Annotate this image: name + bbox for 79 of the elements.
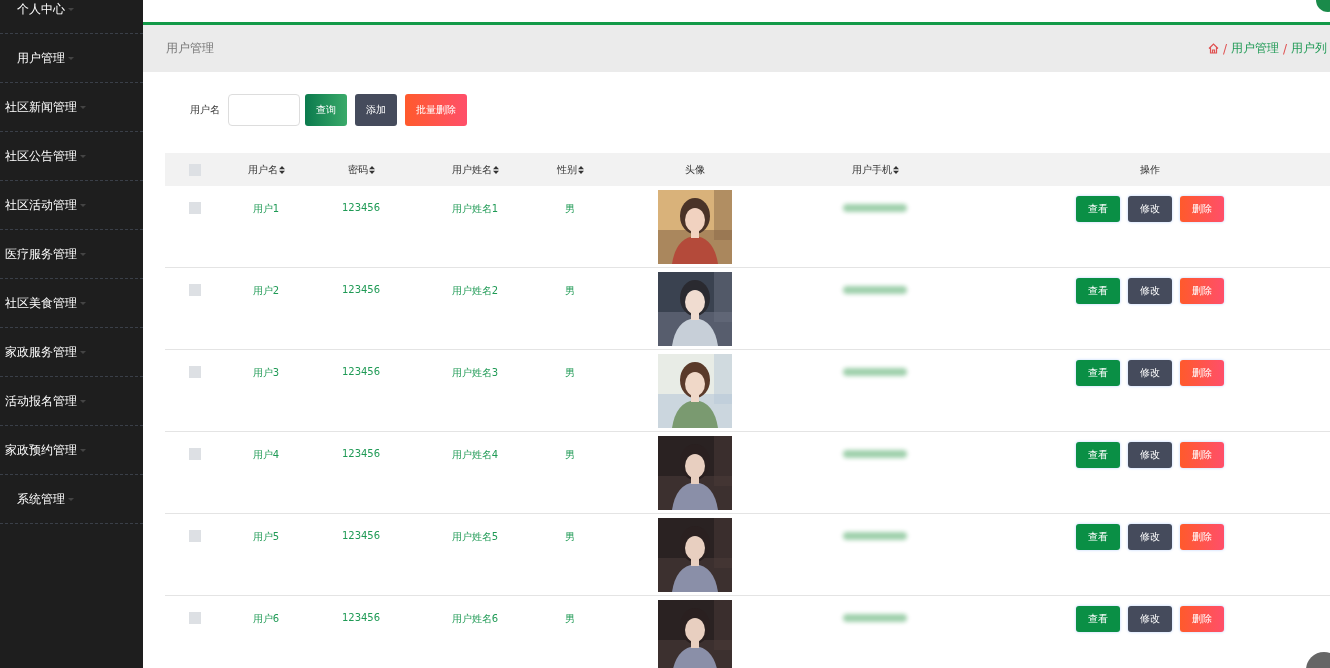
sidebar-item[interactable]: 医疗服务管理 <box>0 230 90 278</box>
checkbox[interactable] <box>189 448 201 460</box>
table-cell: 123456 <box>341 284 381 295</box>
sidebar-item[interactable]: 家政预约管理 <box>0 426 90 474</box>
checkbox[interactable] <box>189 284 201 296</box>
table-cell: 用户6 <box>252 612 280 626</box>
checkbox[interactable] <box>189 366 201 378</box>
sort-icon[interactable] <box>278 165 285 174</box>
column-header: 操作 <box>1140 162 1160 177</box>
column-header: 头像 <box>685 162 705 177</box>
edit-button[interactable]: 修改 <box>1128 360 1172 386</box>
separator: / <box>1282 41 1287 56</box>
sort-icon[interactable] <box>492 165 499 174</box>
add-button[interactable]: 添加 <box>355 94 397 126</box>
column-header[interactable]: 用户名 <box>247 162 278 177</box>
column-header[interactable]: 密码 <box>347 162 368 177</box>
table-cell: 男 <box>565 366 575 380</box>
checkbox[interactable] <box>189 612 201 624</box>
edit-button[interactable]: 修改 <box>1128 442 1172 468</box>
view-button[interactable]: 查看 <box>1076 360 1120 386</box>
table-cell: 男 <box>565 448 575 462</box>
field-label: 用户名 <box>190 103 220 117</box>
table-cell: 用户姓名5 <box>451 530 499 544</box>
table-cell: 用户4 <box>252 448 280 462</box>
sort-icon[interactable] <box>577 165 584 174</box>
table-cell: 123456 <box>341 612 381 623</box>
column-header[interactable]: 用户姓名 <box>451 162 492 177</box>
table-cell: 用户姓名1 <box>451 202 499 216</box>
blurred-phone <box>843 614 907 622</box>
checkbox[interactable] <box>189 202 201 214</box>
page-title: 用户管理 <box>166 40 214 57</box>
view-button[interactable]: 查看 <box>1076 278 1120 304</box>
table-cell: 用户3 <box>252 366 280 380</box>
blurred-phone <box>843 532 907 540</box>
table-cell: 用户姓名4 <box>451 448 499 462</box>
edit-button[interactable]: 修改 <box>1128 606 1172 632</box>
edit-button[interactable]: 修改 <box>1128 524 1172 550</box>
table-cell: 男 <box>565 530 575 544</box>
blurred-phone <box>843 286 907 294</box>
table-cell: 123456 <box>341 366 381 377</box>
blurred-phone <box>843 450 907 458</box>
sort-icon[interactable] <box>368 165 375 174</box>
view-button[interactable]: 查看 <box>1076 442 1120 468</box>
sidebar-item[interactable]: 系统管理 <box>0 475 90 523</box>
edit-button[interactable]: 修改 <box>1128 196 1172 222</box>
sidebar-item[interactable]: 家政服务管理 <box>0 328 90 376</box>
query-button[interactable]: 查询 <box>305 94 347 126</box>
table-cell: 123456 <box>341 448 381 459</box>
table-cell: 用户姓名2 <box>451 284 499 298</box>
table-cell: 用户姓名3 <box>451 366 499 380</box>
sidebar-item[interactable]: 社区美食管理 <box>0 279 90 327</box>
sidebar-item[interactable]: 用户管理 <box>0 34 90 82</box>
checkbox[interactable] <box>189 530 201 542</box>
edit-button[interactable]: 修改 <box>1128 278 1172 304</box>
table-cell: 用户1 <box>252 202 280 216</box>
table-cell: 男 <box>565 612 575 626</box>
table-cell: 男 <box>565 202 575 216</box>
sidebar-item[interactable]: 活动报名管理 <box>0 377 90 425</box>
home-icon[interactable] <box>1207 43 1219 54</box>
view-button[interactable]: 查看 <box>1076 524 1120 550</box>
blurred-phone <box>843 368 907 376</box>
view-button[interactable]: 查看 <box>1076 196 1120 222</box>
table-cell: 男 <box>565 284 575 298</box>
sidebar-item[interactable]: 社区活动管理 <box>0 181 90 229</box>
sort-icon[interactable] <box>892 165 899 174</box>
table-cell: 用户姓名6 <box>451 612 499 626</box>
table-cell: 用户2 <box>252 284 280 298</box>
column-header[interactable]: 用户手机 <box>851 162 892 177</box>
sidebar-item[interactable]: 社区公告管理 <box>0 132 90 180</box>
separator: / <box>1222 41 1227 56</box>
column-header[interactable]: 性别 <box>556 162 577 177</box>
view-button[interactable]: 查看 <box>1076 606 1120 632</box>
table-cell: 123456 <box>341 202 381 213</box>
table-cell: 用户5 <box>252 530 280 544</box>
table-cell: 123456 <box>341 530 381 541</box>
sidebar-item[interactable]: 个人中心 <box>0 0 90 33</box>
sidebar-item[interactable]: 社区新闻管理 <box>0 83 90 131</box>
blurred-phone <box>843 204 907 212</box>
username-input[interactable] <box>228 94 300 126</box>
